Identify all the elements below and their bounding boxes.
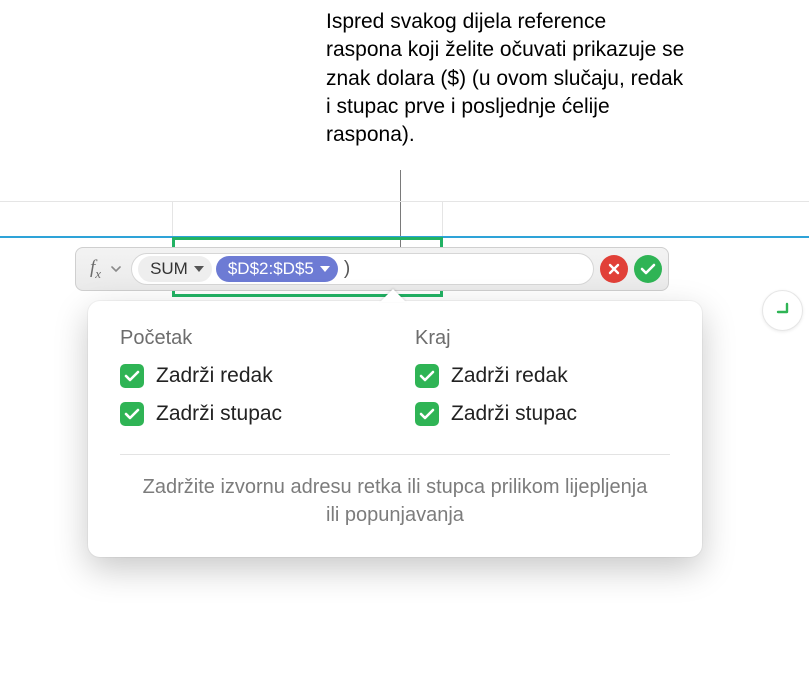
range-token-label: $D$2:$D$5: [228, 259, 314, 279]
checkbox-checked[interactable]: [120, 402, 144, 426]
formula-input[interactable]: SUM $D$2:$D$5 ): [131, 253, 594, 285]
end-column: Kraj Zadrži redak Zadrži stupac: [415, 327, 670, 440]
close-icon: [607, 262, 621, 276]
checkmark-icon: [640, 262, 656, 276]
checkbox-label: Zadrži redak: [451, 364, 568, 388]
return-icon: [773, 301, 793, 321]
checkmark-icon: [124, 369, 140, 383]
start-keep-column[interactable]: Zadrži stupac: [120, 402, 375, 426]
function-token[interactable]: SUM: [138, 256, 212, 282]
gridline: [0, 201, 809, 202]
fx-label: fx: [82, 257, 105, 282]
preserve-reference-popover: Početak Zadrži redak Zadrži stupac: [88, 301, 702, 557]
gridline: [172, 201, 173, 236]
start-column: Početak Zadrži redak Zadrži stupac: [120, 327, 375, 440]
popover-arrow: [380, 289, 406, 302]
closing-paren: ): [342, 258, 350, 280]
function-token-label: SUM: [150, 259, 188, 279]
chevron-down-icon: [320, 266, 330, 272]
checkmark-icon: [419, 407, 435, 421]
checkbox-checked[interactable]: [120, 364, 144, 388]
chevron-down-icon: [194, 266, 204, 272]
checkbox-label: Zadrži stupac: [156, 402, 282, 426]
popover-help-text: Zadržite izvornu adresu retka ili stupca…: [120, 473, 670, 529]
formula-editor-bar: fx SUM $D$2:$D$5 ): [75, 247, 669, 291]
insert-function-button[interactable]: [762, 290, 803, 331]
checkbox-checked[interactable]: [415, 402, 439, 426]
checkmark-icon: [419, 369, 435, 383]
end-keep-row[interactable]: Zadrži redak: [415, 364, 670, 388]
gridline: [442, 201, 443, 236]
range-reference-token[interactable]: $D$2:$D$5: [216, 256, 338, 282]
divider: [120, 454, 670, 455]
start-heading: Početak: [120, 327, 375, 350]
checkbox-checked[interactable]: [415, 364, 439, 388]
annotation-callout: Ispred svakog dijela reference raspona k…: [326, 8, 686, 150]
end-heading: Kraj: [415, 327, 670, 350]
checkbox-label: Zadrži stupac: [451, 402, 577, 426]
accept-button[interactable]: [634, 255, 662, 283]
checkbox-label: Zadrži redak: [156, 364, 273, 388]
checkmark-icon: [124, 407, 140, 421]
chevron-down-icon[interactable]: [111, 262, 125, 276]
end-keep-column[interactable]: Zadrži stupac: [415, 402, 670, 426]
cancel-button[interactable]: [600, 255, 628, 283]
start-keep-row[interactable]: Zadrži redak: [120, 364, 375, 388]
fx-label-x: x: [95, 265, 101, 280]
